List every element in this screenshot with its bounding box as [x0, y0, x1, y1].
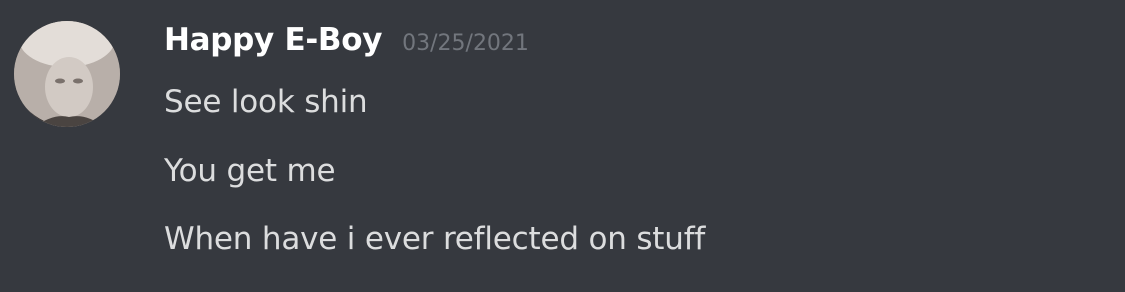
message-line: See look shin [164, 84, 368, 120]
avatar-photo-icon [14, 21, 120, 127]
message-line: You get me [164, 153, 336, 189]
avatar[interactable] [14, 21, 120, 127]
message-header: Happy E-Boy 03/25/2021 [164, 22, 529, 72]
chat-message: Happy E-Boy 03/25/2021 See look shin You… [0, 0, 1125, 292]
timestamp[interactable]: 03/25/2021 [402, 31, 529, 56]
username[interactable]: Happy E-Boy [164, 22, 382, 58]
message-line: When have i ever reflected on stuff [164, 221, 706, 257]
